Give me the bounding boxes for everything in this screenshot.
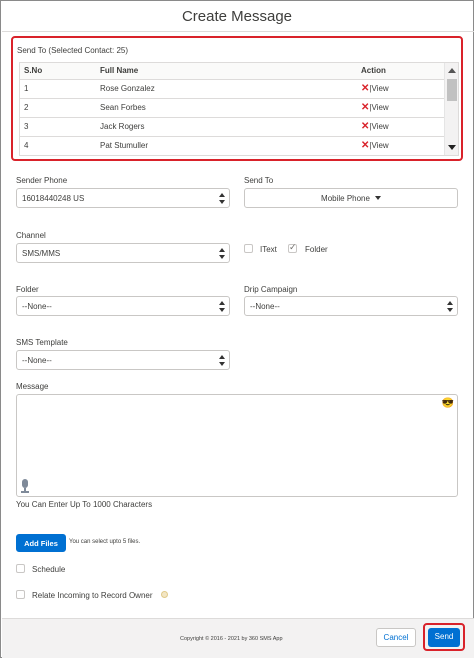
microphone-icon[interactable] — [21, 479, 29, 493]
scroll-up-arrow-icon[interactable] — [448, 68, 456, 73]
folder-checkbox-label: Folder — [305, 245, 328, 254]
scrollbar-thumb[interactable] — [447, 79, 457, 101]
dialog-title: Create Message — [181, 8, 293, 25]
row-full-name: Sean Forbes — [100, 98, 361, 118]
row-actions: ✕|View — [361, 136, 446, 155]
select-arrows-icon — [219, 193, 225, 204]
table-header-row: S.No Full Name Action — [20, 63, 446, 80]
select-arrows-icon — [219, 301, 225, 312]
info-icon[interactable] — [161, 591, 168, 598]
drip-campaign-label: Drip Campaign — [244, 285, 298, 294]
schedule-label: Schedule — [32, 565, 66, 574]
row-full-name: Jack Rogers — [100, 117, 361, 137]
contacts-scrollbar[interactable] — [444, 63, 458, 155]
table-row: 3 Jack Rogers ✕|View — [20, 117, 446, 137]
create-message-dialog: Create Message Send To (Selected Contact… — [0, 0, 474, 658]
emoji-picker-icon[interactable]: 😎 — [442, 398, 454, 409]
send-to-contacts-panel: Send To (Selected Contact: 25) S.No Full… — [11, 36, 463, 161]
folder-select[interactable]: --None-- — [16, 296, 230, 316]
itext-checkbox[interactable] — [244, 244, 253, 253]
send-to-label: Send To — [244, 176, 274, 185]
sms-template-value: --None-- — [22, 356, 52, 365]
channel-select[interactable]: SMS/MMS — [16, 243, 230, 263]
send-button[interactable]: Send — [428, 628, 460, 647]
sender-phone-select[interactable]: 16018440248 US — [16, 188, 230, 208]
add-files-button[interactable]: Add Files — [16, 534, 66, 552]
files-limit-note: You can select upto 5 files. — [69, 539, 141, 545]
drip-campaign-value: --None-- — [250, 302, 280, 311]
table-row: 2 Sean Forbes ✕|View — [20, 98, 446, 118]
channel-label: Channel — [16, 231, 46, 240]
column-header-action: Action — [361, 63, 446, 80]
relate-incoming-label: Relate Incoming to Record Owner — [32, 591, 153, 600]
select-arrows-icon — [219, 355, 225, 366]
send-to-value: Mobile Phone — [321, 194, 370, 203]
schedule-checkbox[interactable] — [16, 564, 25, 573]
folder-label: Folder — [16, 285, 39, 294]
row-sno: 3 — [20, 117, 100, 137]
row-actions: ✕|View — [361, 117, 446, 137]
copyright-text: Copyright © 2016 - 2021 by 360 SMS App — [180, 636, 283, 642]
cancel-button[interactable]: Cancel — [376, 628, 416, 647]
view-contact-link[interactable]: |View — [369, 84, 388, 93]
select-arrows-icon — [219, 248, 225, 259]
sms-template-label: SMS Template — [16, 338, 68, 347]
character-limit-note: You Can Enter Up To 1000 Characters — [16, 500, 153, 509]
send-to-dropdown[interactable]: Mobile Phone — [244, 188, 458, 208]
row-actions: ✕|View — [361, 98, 446, 118]
row-sno: 4 — [20, 136, 100, 155]
message-textarea[interactable]: 😎 — [16, 394, 458, 497]
view-contact-link[interactable]: |View — [369, 103, 388, 112]
row-actions: ✕|View — [361, 79, 446, 99]
select-arrows-icon — [447, 301, 453, 312]
row-sno: 1 — [20, 79, 100, 99]
relate-incoming-checkbox[interactable] — [16, 590, 25, 599]
channel-value: SMS/MMS — [22, 249, 61, 258]
itext-label: IText — [260, 245, 277, 254]
row-sno: 2 — [20, 98, 100, 118]
table-row: 1 Rose Gonzalez ✕|View — [20, 79, 446, 99]
caret-down-icon — [374, 196, 381, 200]
sender-phone-value: 16018440248 US — [22, 194, 85, 203]
contacts-table: S.No Full Name Action 1 Rose Gonzalez ✕|… — [20, 63, 446, 155]
row-full-name: Rose Gonzalez — [100, 79, 361, 99]
column-header-sno: S.No — [20, 63, 100, 80]
drip-campaign-select[interactable]: --None-- — [244, 296, 458, 316]
view-contact-link[interactable]: |View — [369, 122, 388, 131]
folder-value: --None-- — [22, 302, 52, 311]
sender-phone-label: Sender Phone — [16, 176, 68, 185]
folder-checkbox[interactable] — [288, 242, 297, 253]
message-label: Message — [16, 382, 49, 391]
title-divider — [2, 31, 474, 32]
contacts-table-scroll[interactable]: S.No Full Name Action 1 Rose Gonzalez ✕|… — [19, 62, 459, 156]
sms-template-select[interactable]: --None-- — [16, 350, 230, 370]
table-row: 4 Pat Stumuller ✕|View — [20, 136, 446, 155]
row-full-name: Pat Stumuller — [100, 136, 361, 155]
selected-contacts-label: Send To (Selected Contact: 25) — [17, 46, 129, 55]
scroll-down-arrow-icon[interactable] — [448, 145, 456, 150]
column-header-full-name: Full Name — [100, 63, 361, 80]
view-contact-link[interactable]: |View — [369, 141, 388, 150]
